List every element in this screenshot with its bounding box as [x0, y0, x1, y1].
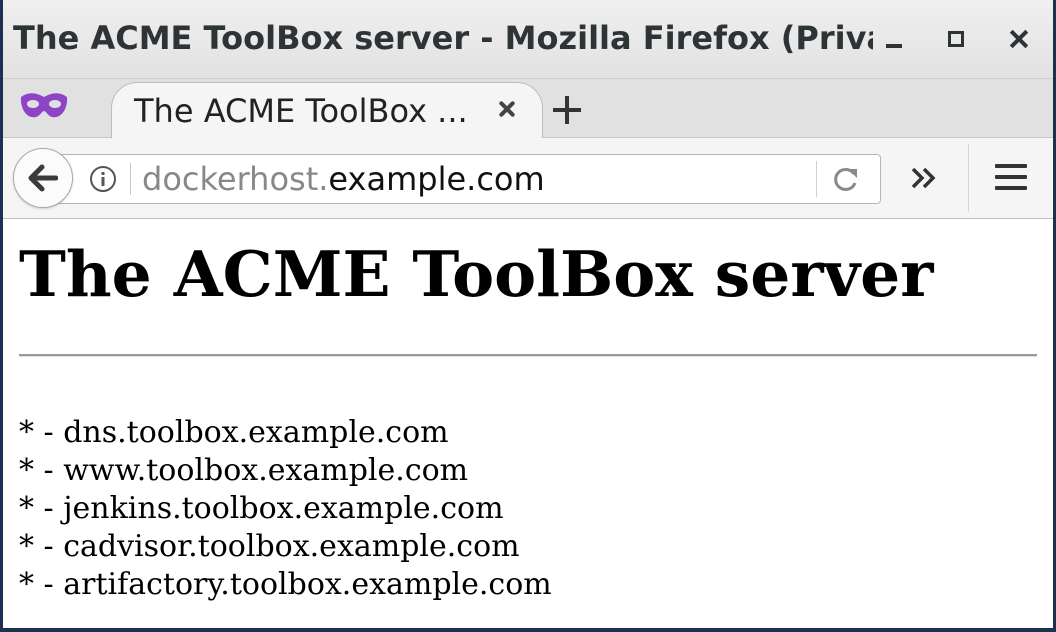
horizontal-rule: [19, 354, 1037, 357]
url-text[interactable]: dockerhost.example.com: [142, 159, 545, 199]
url-bar[interactable]: dockerhost.example.com: [55, 154, 881, 204]
minimize-button[interactable]: [878, 22, 912, 56]
arrow-left-icon: [28, 164, 58, 192]
toolbar-separator: [968, 144, 969, 212]
host-name: jenkins.toolbox.example.com: [63, 491, 504, 526]
bullet-prefix: * -: [19, 529, 64, 564]
host-name: www.toolbox.example.com: [63, 453, 469, 488]
plus-icon[interactable]: [553, 95, 583, 125]
tab-active[interactable]: The ACME ToolBox ...: [111, 82, 543, 139]
url-domain: example.com: [328, 160, 545, 198]
host-name: dns.toolbox.example.com: [63, 415, 449, 450]
reload-separator: [816, 161, 817, 197]
browser-window: The ACME ToolBox server - Mozilla Firefo…: [3, 0, 1053, 628]
title-bar: The ACME ToolBox server - Mozilla Firefo…: [3, 0, 1053, 79]
bullet-prefix: * -: [19, 415, 64, 450]
list-item: * - www.toolbox.example.com: [19, 452, 552, 490]
list-item: * - cadvisor.toolbox.example.com: [19, 528, 552, 566]
hamburger-menu-icon[interactable]: [995, 162, 1029, 194]
host-name: cadvisor.toolbox.example.com: [63, 529, 520, 564]
url-separator: [130, 163, 131, 195]
double-chevron-right-icon[interactable]: [909, 164, 939, 194]
private-browsing-mask-icon: [19, 89, 69, 123]
navigation-toolbar: dockerhost.example.com: [3, 138, 1053, 219]
bullet-prefix: * -: [19, 491, 64, 526]
close-icon[interactable]: [495, 97, 519, 121]
bullet-prefix: * -: [19, 453, 64, 488]
reload-icon[interactable]: [832, 165, 860, 193]
tab-label: The ACME ToolBox ...: [134, 92, 468, 130]
page-content: The ACME ToolBox server * - dns.toolbox.…: [3, 219, 1053, 628]
url-host-prefix: dockerhost.: [142, 160, 329, 198]
info-circle-icon[interactable]: [88, 164, 118, 194]
bullet-prefix: * -: [19, 567, 64, 602]
maximize-button[interactable]: [940, 22, 974, 56]
back-button[interactable]: [13, 148, 73, 208]
host-name: artifactory.toolbox.example.com: [63, 567, 552, 602]
tab-strip: The ACME ToolBox ...: [3, 79, 1053, 139]
host-list: * - dns.toolbox.example.com * - www.tool…: [19, 414, 552, 604]
page-heading: The ACME ToolBox server: [19, 237, 934, 311]
list-item: * - dns.toolbox.example.com: [19, 414, 552, 452]
list-item: * - artifactory.toolbox.example.com: [19, 566, 552, 604]
close-window-button[interactable]: [1002, 22, 1036, 56]
window-title: The ACME ToolBox server - Mozilla Firefo…: [13, 19, 873, 57]
list-item: * - jenkins.toolbox.example.com: [19, 490, 552, 528]
